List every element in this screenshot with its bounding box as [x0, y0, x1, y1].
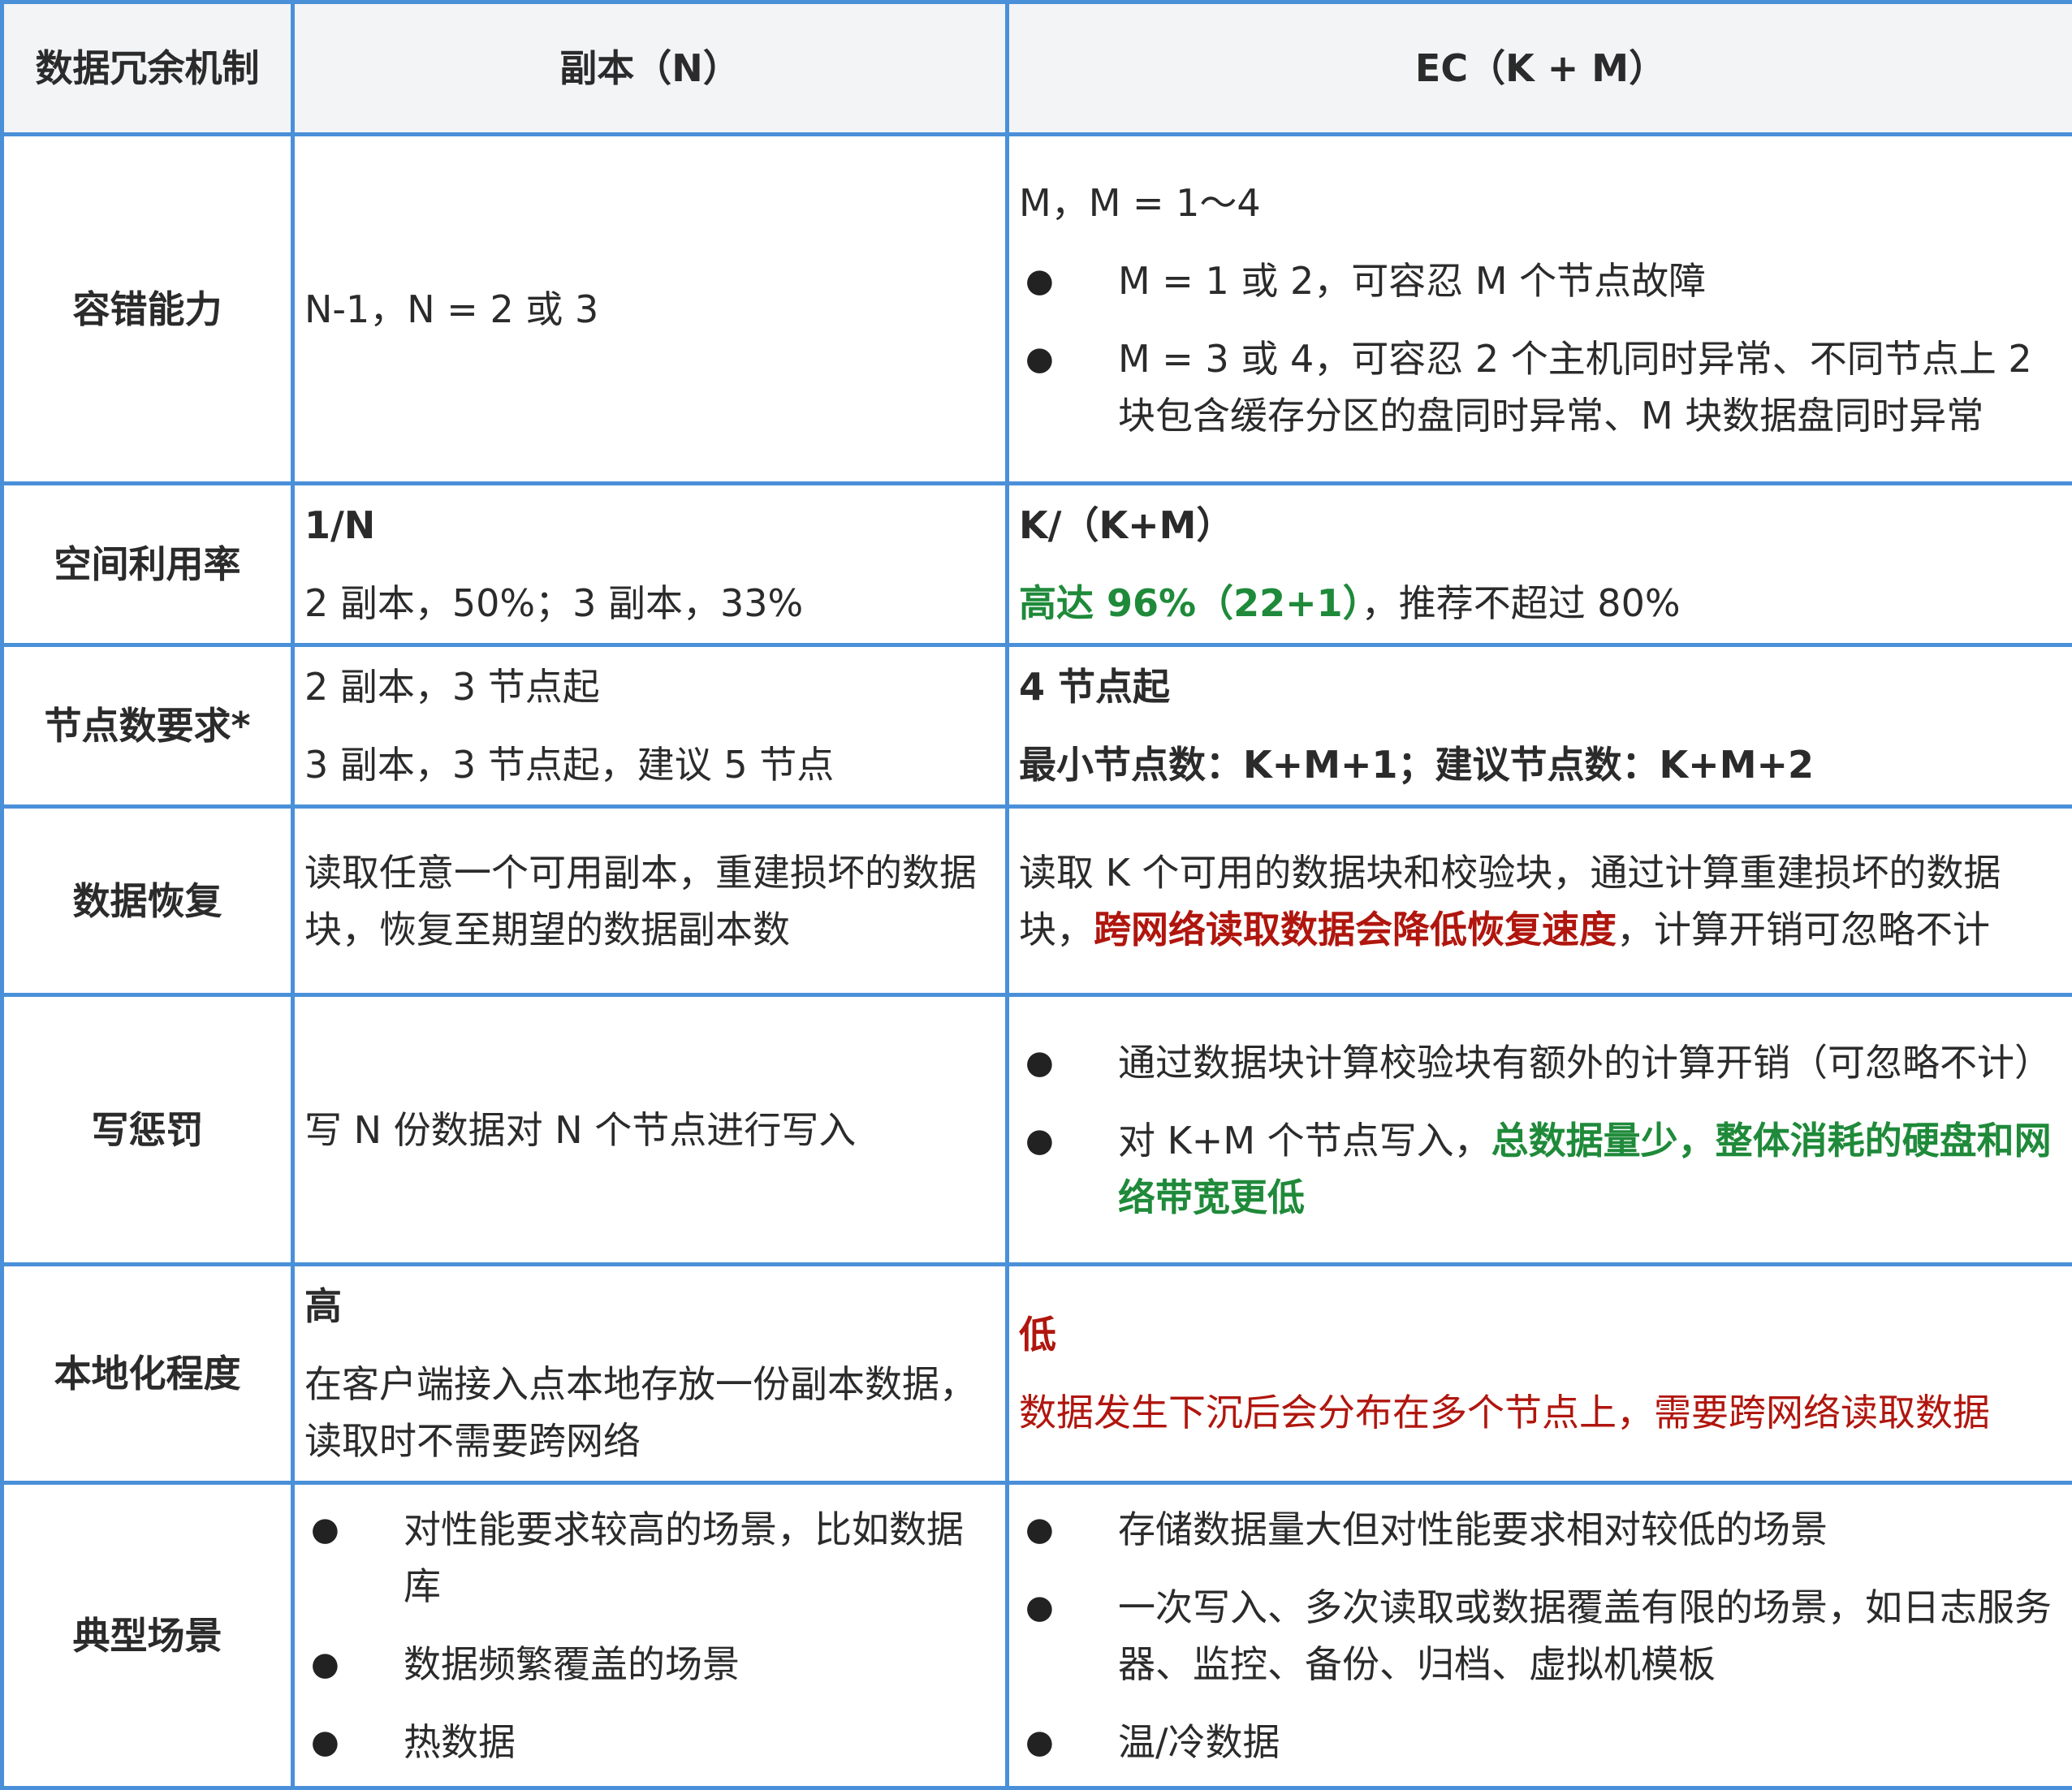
ec-space-utilization: K/（K+M） 高达 96%（22+1），推荐不超过 80%	[1008, 484, 2072, 645]
list-item: ● 数据频繁覆盖的场景	[304, 1636, 995, 1693]
bullet-icon: ●	[1025, 1034, 1054, 1091]
bullet-icon: ●	[311, 1501, 339, 1558]
list-item-text: 温/冷数据	[1118, 1720, 1280, 1764]
header-replica: 副本（N）	[293, 2, 1008, 135]
row-label-fault-tolerance: 容错能力	[2, 135, 293, 484]
ec-scenarios-list: ● 存储数据量大但对性能要求相对较低的场景 ● 一次写入、多次读取或数据覆盖有限的场…	[1019, 1501, 2062, 1771]
ec-space-detail: 高达 96%（22+1），推荐不超过 80%	[1019, 575, 2062, 632]
ec-space-highlight: 高达 96%（22+1）	[1019, 581, 1362, 625]
ec-node-requirement: 4 节点起 最小节点数：K+M+1；建议节点数：K+M+2	[1008, 645, 2072, 807]
bullet-icon: ●	[311, 1714, 339, 1771]
list-item-text: M = 1 或 2，可容忍 M 个节点故障	[1118, 259, 1706, 303]
ec-space-formula: K/（K+M）	[1019, 497, 2062, 554]
list-item-text: 对性能要求较高的场景，比如数据库	[404, 1507, 964, 1608]
replica-locality: 高 在客户端接入点本地存放一份副本数据，读取时不需要跨网络	[293, 1265, 1008, 1483]
replica-node-line1: 2 副本，3 节点起	[304, 658, 995, 715]
bullet-icon: ●	[1025, 1501, 1054, 1558]
ec-locality: 低 数据发生下沉后会分布在多个节点上，需要跨网络读取数据	[1008, 1265, 2072, 1483]
header-ec: EC（K + M）	[1008, 2, 2072, 135]
bullet-icon: ●	[1025, 1112, 1054, 1169]
ec-locality-level: 低	[1019, 1306, 2062, 1363]
row-space-utilization: 空间利用率 1/N 2 副本，50%；3 副本，33% K/（K+M） 高达 9…	[2, 484, 2072, 645]
list-item-text: 存储数据量大但对性能要求相对较低的场景	[1118, 1507, 1828, 1551]
ec-locality-detail: 数据发生下沉后会分布在多个节点上，需要跨网络读取数据	[1019, 1384, 2062, 1441]
list-item: ● 通过数据块计算校验块有额外的计算开销（可忽略不计）	[1019, 1034, 2062, 1091]
list-item-text: 一次写入、多次读取或数据覆盖有限的场景，如日志服务器、监控、备份、归档、虚拟机模…	[1118, 1585, 2052, 1686]
row-write-penalty: 写惩罚 写 N 份数据对 N 个节点进行写入 ● 通过数据块计算校验块有额外的计算…	[2, 995, 2072, 1265]
ec-data-recovery: 读取 K 个可用的数据块和校验块，通过计算重建损坏的数据块，跨网络读取数据会降低…	[1008, 807, 2072, 995]
redundancy-comparison-table: 数据冗余机制 副本（N） EC（K + M） 容错能力 N-1，N = 2 或 …	[0, 0, 2072, 1790]
bullet-icon: ●	[1025, 1579, 1054, 1636]
ec-fault-tolerance-list: ● M = 1 或 2，可容忍 M 个节点故障 ● M = 3 或 4，可容忍 2 …	[1019, 252, 2062, 444]
ec-node-line1: 4 节点起	[1019, 658, 2062, 715]
header-mechanism: 数据冗余机制	[2, 2, 293, 135]
header-row: 数据冗余机制 副本（N） EC（K + M）	[2, 2, 2072, 135]
row-label-locality: 本地化程度	[2, 1265, 293, 1483]
row-label-data-recovery: 数据恢复	[2, 807, 293, 995]
list-item: ● 热数据	[304, 1714, 995, 1771]
list-item: ● 存储数据量大但对性能要求相对较低的场景	[1019, 1501, 2062, 1558]
row-node-requirement: 节点数要求* 2 副本，3 节点起 3 副本，3 节点起，建议 5 节点 4 节…	[2, 645, 2072, 807]
list-item-text: 数据频繁覆盖的场景	[404, 1642, 740, 1686]
row-label-node-requirement: 节点数要求*	[2, 645, 293, 807]
replica-scenarios: ● 对性能要求较高的场景，比如数据库 ● 数据频繁覆盖的场景 ● 热数据	[293, 1483, 1008, 1788]
ec-scenarios: ● 存储数据量大但对性能要求相对较低的场景 ● 一次写入、多次读取或数据覆盖有限的场…	[1008, 1483, 2072, 1788]
bullet-icon: ●	[1025, 330, 1054, 387]
replica-scenarios-list: ● 对性能要求较高的场景，比如数据库 ● 数据频繁覆盖的场景 ● 热数据	[304, 1501, 995, 1771]
replica-write-penalty: 写 N 份数据对 N 个节点进行写入	[293, 995, 1008, 1265]
replica-data-recovery: 读取任意一个可用副本，重建损坏的数据块，恢复至期望的数据副本数	[293, 807, 1008, 995]
list-item: ● M = 1 或 2，可容忍 M 个节点故障	[1019, 252, 2062, 309]
list-item: ● 对性能要求较高的场景，比如数据库	[304, 1501, 995, 1615]
list-item-text: M = 3 或 4，可容忍 2 个主机同时异常、不同节点上 2 块包含缓存分区的…	[1118, 337, 2032, 438]
replica-space-detail: 2 副本，50%；3 副本，33%	[304, 575, 995, 632]
list-item: ●对 K+M 个节点写入，总数据量少，整体消耗的硬盘和网络带宽更低	[1019, 1112, 2062, 1226]
replica-recovery-text: 读取任意一个可用副本，重建损坏的数据块，恢复至期望的数据副本数	[304, 844, 995, 958]
list-item-text: 热数据	[404, 1720, 516, 1764]
ec-fault-tolerance-intro: M，M = 1～4	[1019, 175, 2062, 231]
replica-space-utilization: 1/N 2 副本，50%；3 副本，33%	[293, 484, 1008, 645]
replica-locality-detail: 在客户端接入点本地存放一份副本数据，读取时不需要跨网络	[304, 1356, 995, 1469]
replica-node-line2: 3 副本，3 节点起，建议 5 节点	[304, 736, 995, 793]
row-scenarios: 典型场景 ● 对性能要求较高的场景，比如数据库 ● 数据频繁覆盖的场景 ● 热数据 ●…	[2, 1483, 2072, 1788]
row-data-recovery: 数据恢复 读取任意一个可用副本，重建损坏的数据块，恢复至期望的数据副本数 读取 …	[2, 807, 2072, 995]
comparison-page: 数据冗余机制 副本（N） EC（K + M） 容错能力 N-1，N = 2 或 …	[0, 0, 2072, 1767]
replica-space-formula: 1/N	[304, 497, 995, 554]
replica-locality-level: 高	[304, 1278, 995, 1335]
ec-write-list: ● 通过数据块计算校验块有额外的计算开销（可忽略不计） ● 对 K+M 个节点写入，…	[1019, 1034, 2062, 1226]
bullet-icon: ●	[1025, 1714, 1054, 1771]
ec-space-recommend: ，推荐不超过 80%	[1362, 581, 1681, 625]
list-item: ● 温/冷数据	[1019, 1714, 2062, 1771]
replica-fault-tolerance-text: N-1，N = 2 或 3	[304, 281, 995, 338]
replica-fault-tolerance: N-1，N = 2 或 3	[293, 135, 1008, 484]
bullet-icon: ●	[1025, 252, 1054, 309]
replica-node-requirement: 2 副本，3 节点起 3 副本，3 节点起，建议 5 节点	[293, 645, 1008, 807]
list-item: ● 一次写入、多次读取或数据覆盖有限的场景，如日志服务器、监控、备份、归档、虚拟机…	[1019, 1579, 2062, 1693]
row-label-write-penalty: 写惩罚	[2, 995, 293, 1265]
row-label-scenarios: 典型场景	[2, 1483, 293, 1788]
list-item-text: 对 K+M 个节点写入，	[1118, 1119, 1491, 1162]
list-item: ● M = 3 或 4，可容忍 2 个主机同时异常、不同节点上 2 块包含缓存分区…	[1019, 330, 2062, 444]
ec-recovery-warning: 跨网络读取数据会降低恢复速度	[1094, 908, 1617, 951]
ec-node-line2: 最小节点数：K+M+1；建议节点数：K+M+2	[1019, 736, 2062, 793]
row-label-space-utilization: 空间利用率	[2, 484, 293, 645]
ec-write-penalty: ● 通过数据块计算校验块有额外的计算开销（可忽略不计） ● 对 K+M 个节点写入，…	[1008, 995, 2072, 1265]
list-item-text: 通过数据块计算校验块有额外的计算开销（可忽略不计）	[1118, 1041, 2052, 1085]
ec-recovery-text: 读取 K 个可用的数据块和校验块，通过计算重建损坏的数据块，跨网络读取数据会降低…	[1019, 844, 2062, 958]
ec-recovery-part3: ，计算开销可忽略不计	[1617, 908, 1990, 951]
replica-write-text: 写 N 份数据对 N 个节点进行写入	[304, 1102, 995, 1158]
row-fault-tolerance: 容错能力 N-1，N = 2 或 3 M，M = 1～4 ● M = 1 或 2，…	[2, 135, 2072, 484]
ec-fault-tolerance: M，M = 1～4 ● M = 1 或 2，可容忍 M 个节点故障 ● M = 3 …	[1008, 135, 2072, 484]
bullet-icon: ●	[311, 1636, 339, 1693]
row-locality: 本地化程度 高 在客户端接入点本地存放一份副本数据，读取时不需要跨网络 低 数据…	[2, 1265, 2072, 1483]
